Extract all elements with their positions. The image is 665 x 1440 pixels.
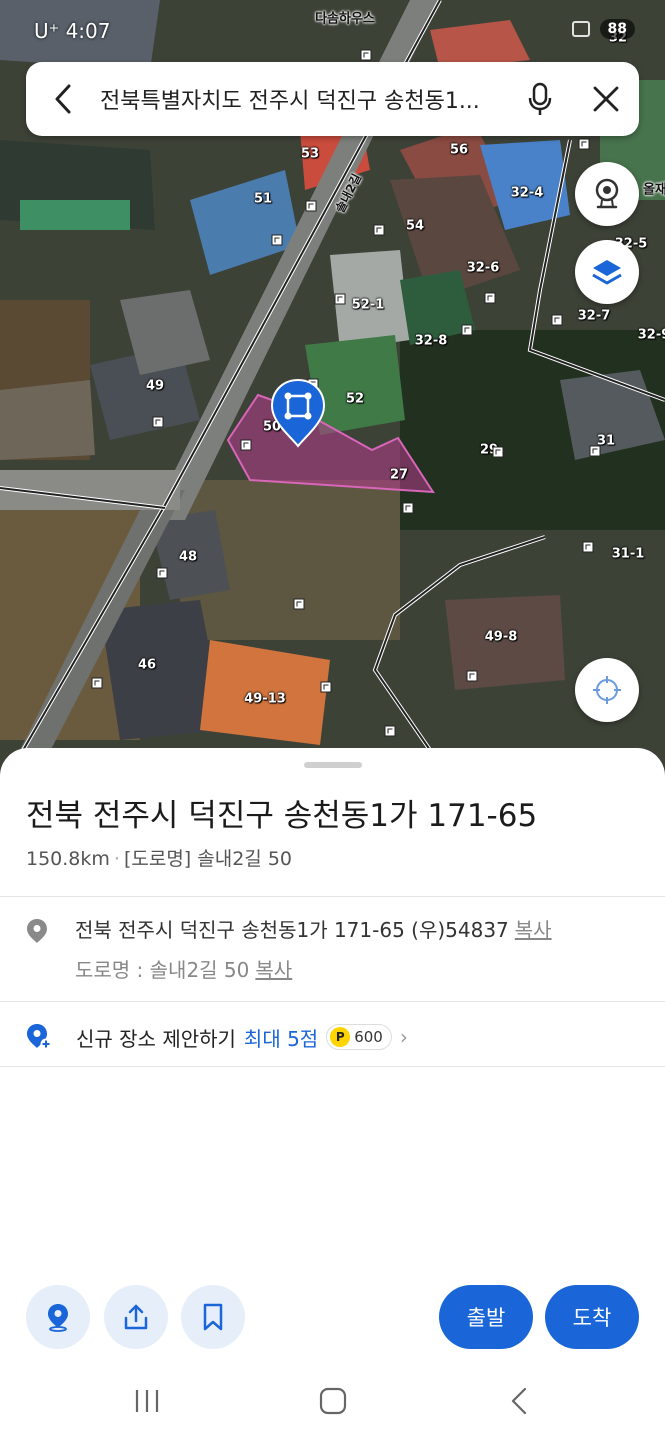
lot-label: 32-7 xyxy=(577,308,611,324)
entrance-marker xyxy=(551,314,563,326)
lot-label: 56 xyxy=(449,142,469,158)
entrance-marker xyxy=(334,293,346,305)
entrance-marker xyxy=(402,502,414,514)
lot-label: 51 xyxy=(253,191,273,207)
entrance-marker xyxy=(373,224,385,236)
battery-indicator: 88 xyxy=(599,19,635,39)
sheet-drag-handle[interactable] xyxy=(304,762,362,768)
lot-label: 46 xyxy=(137,657,157,673)
place-subtitle: 150.8km · [도로명] 솔내2길 50 xyxy=(26,848,293,870)
home-icon xyxy=(319,1387,347,1415)
place-info-sheet: 전북 전주시 덕진구 송천동1가 171-65 150.8km · [도로명] 솔내… xyxy=(0,748,665,1440)
back-arrow-icon xyxy=(511,1387,527,1415)
status-time: 4:07 xyxy=(65,19,111,43)
lot-label: 52 xyxy=(345,391,365,407)
lot-label: 49-13 xyxy=(244,691,286,707)
place-road-name: [도로명] 솔내2길 50 xyxy=(123,848,293,870)
lot-label: 48 xyxy=(178,549,198,565)
entrance-marker xyxy=(152,416,164,428)
map-pin-icon[interactable] xyxy=(270,378,326,448)
lot-label: 54 xyxy=(405,218,425,234)
lot-label: 32-9 xyxy=(637,327,665,343)
layers-icon xyxy=(592,260,622,285)
entrance-marker xyxy=(466,670,478,682)
close-icon xyxy=(593,86,619,112)
chevron-left-icon xyxy=(55,84,71,114)
my-location-button[interactable] xyxy=(575,658,639,722)
lot-label: 32-8 xyxy=(414,333,448,349)
location-pin-icon xyxy=(27,919,47,943)
roadview-button[interactable] xyxy=(575,162,639,226)
lot-label: 52-1 xyxy=(351,297,385,313)
road-name-address: 도로명 : 솔내2길 50 xyxy=(75,958,250,982)
location-marker-icon xyxy=(48,1304,68,1332)
lot-label: 49 xyxy=(145,378,165,394)
mic-icon xyxy=(528,82,552,115)
locate-icon xyxy=(593,676,621,704)
system-nav-bar xyxy=(0,1362,665,1440)
bookmark-icon xyxy=(203,1303,223,1331)
roadview-icon xyxy=(595,178,619,209)
arrive-button[interactable]: 도착 xyxy=(545,1285,639,1349)
search-query[interactable]: 전북특별자치도 전주시 덕진구 송천동1... xyxy=(100,83,507,115)
divider xyxy=(0,896,665,897)
entrance-marker xyxy=(320,681,332,693)
place-distance: 150.8km xyxy=(26,848,110,870)
entrance-marker xyxy=(293,598,305,610)
chevron-right-icon: › xyxy=(399,1025,408,1049)
signal-icon xyxy=(571,21,590,37)
location-plus-icon xyxy=(27,1024,52,1050)
copy-address-link[interactable]: 복사 xyxy=(515,918,552,942)
entrance-marker xyxy=(156,567,168,579)
entrance-marker xyxy=(582,541,594,553)
lot-label: 32-4 xyxy=(510,185,544,201)
entrance-marker xyxy=(305,200,317,212)
depart-button[interactable]: 출발 xyxy=(439,1285,533,1349)
points-badge: P 600 xyxy=(326,1024,392,1050)
place-title: 전북 전주시 덕진구 송천동1가 171-65 xyxy=(26,798,538,834)
map-label-partial: 올재 xyxy=(643,182,665,198)
status-bar: U⁺ 4:07 88 xyxy=(0,0,665,62)
share-button[interactable] xyxy=(104,1285,168,1349)
lot-label: 53 xyxy=(300,146,320,162)
clear-search-button[interactable] xyxy=(573,62,639,136)
entrance-marker xyxy=(91,677,103,689)
point-coin-icon: P xyxy=(330,1027,351,1047)
suggest-label: 신규 장소 제안하기 xyxy=(76,1026,236,1051)
system-back-button[interactable] xyxy=(489,1376,549,1426)
entrance-marker xyxy=(578,138,590,150)
entrance-marker xyxy=(271,234,283,246)
entrance-marker xyxy=(589,445,601,457)
share-icon xyxy=(124,1304,148,1330)
roadview-action-button[interactable] xyxy=(26,1285,90,1349)
entrance-marker xyxy=(484,292,496,304)
entrance-marker xyxy=(461,324,473,336)
entrance-marker xyxy=(240,439,252,451)
recent-apps-button[interactable] xyxy=(117,1376,177,1426)
suggest-max-points: 최대 5점 xyxy=(243,1026,319,1051)
points-value: 600 xyxy=(354,1028,383,1046)
full-address: 전북 전주시 덕진구 송천동1가 171-65 (우)54837 xyxy=(75,918,509,942)
bookmark-button[interactable] xyxy=(181,1285,245,1349)
divider xyxy=(0,1066,665,1067)
suggest-new-place-row[interactable]: 신규 장소 제안하기 최대 5점 P 600 › xyxy=(26,1020,646,1054)
carrier-label: U⁺ xyxy=(34,19,60,43)
entrance-marker xyxy=(492,446,504,458)
lot-label: 49-8 xyxy=(484,629,518,645)
lot-label: 32-6 xyxy=(466,260,500,276)
copy-road-name-link[interactable]: 복사 xyxy=(255,958,292,982)
voice-search-button[interactable] xyxy=(507,62,573,136)
map-view[interactable]: 다솜하우스 솔내2길 올재 32 53 56 51 32-4 54 32-5 3… xyxy=(0,0,665,790)
recent-apps-icon xyxy=(135,1390,159,1412)
search-bar[interactable]: 전북특별자치도 전주시 덕진구 송천동1... xyxy=(26,62,639,136)
layers-button[interactable] xyxy=(575,240,639,304)
back-button[interactable] xyxy=(26,62,100,136)
lot-label: 27 xyxy=(389,467,409,483)
divider xyxy=(0,1001,665,1002)
home-button[interactable] xyxy=(303,1376,363,1426)
entrance-marker xyxy=(384,725,396,737)
lot-label: 31-1 xyxy=(611,546,645,562)
